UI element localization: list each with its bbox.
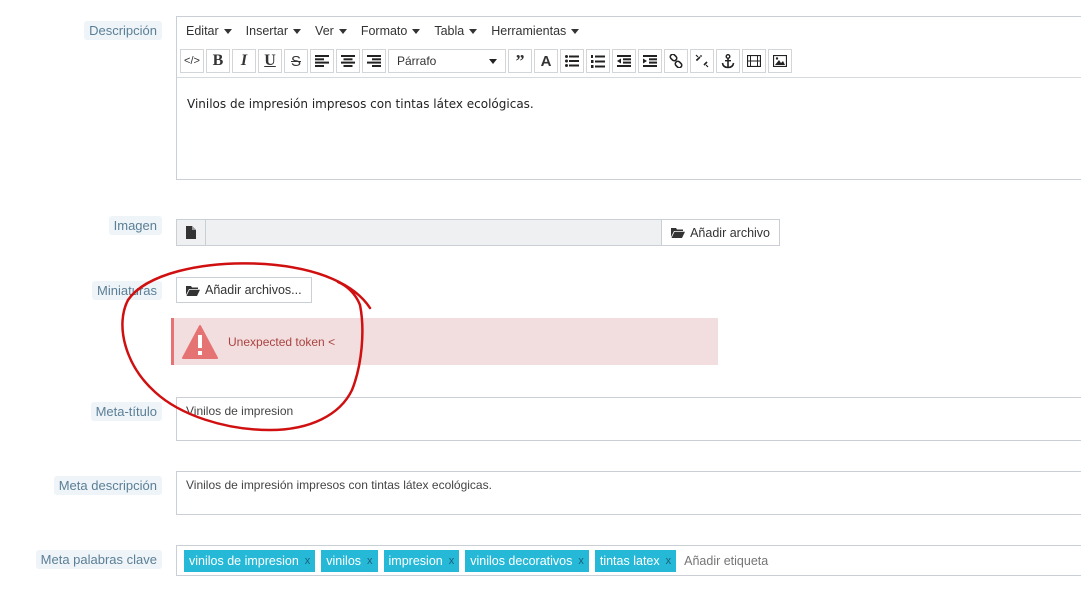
tag: tintas latex x — [594, 549, 677, 572]
image-file-input[interactable]: Añadir archivo — [176, 219, 780, 246]
menu-editar[interactable]: Editar — [186, 24, 232, 38]
numbered-list-icon[interactable] — [586, 49, 610, 73]
underline-icon[interactable]: U — [258, 49, 282, 73]
caret-down-icon — [223, 28, 232, 34]
editor-menubar: Editar Insertar Ver Formato Tabla Herram… — [177, 17, 1081, 45]
caret-down-icon — [489, 58, 497, 64]
label-meta-titulo: Meta-título — [90, 402, 162, 421]
unlink-icon[interactable] — [690, 49, 714, 73]
strikethrough-icon[interactable]: S — [284, 49, 308, 73]
tag: vinilos de impresion x — [184, 549, 316, 572]
remove-tag-icon[interactable]: x — [449, 555, 455, 567]
add-files-button[interactable]: Añadir archivos... — [176, 277, 312, 303]
align-center-icon[interactable] — [336, 49, 360, 73]
link-icon[interactable] — [664, 49, 688, 73]
bold-icon[interactable]: B — [206, 49, 230, 73]
outdent-icon[interactable] — [612, 49, 636, 73]
caret-down-icon — [338, 28, 347, 34]
image-icon[interactable] — [768, 49, 792, 73]
caret-down-icon — [469, 28, 478, 34]
bullet-list-icon[interactable] — [560, 49, 584, 73]
menu-herramientas[interactable]: Herramientas — [491, 24, 580, 38]
label-meta-palabras-clave: Meta palabras clave — [35, 550, 162, 569]
folder-open-icon — [186, 285, 200, 296]
tag: vinilos decorativos x — [465, 549, 589, 572]
blockquote-icon[interactable]: ” — [508, 49, 532, 73]
meta-title-input[interactable]: Vinilos de impresion — [176, 397, 1081, 441]
remove-tag-icon[interactable]: x — [666, 555, 672, 567]
file-name-field[interactable] — [206, 219, 663, 246]
file-icon — [176, 219, 206, 246]
menu-formato[interactable]: Formato — [361, 24, 421, 38]
remove-tag-icon[interactable]: x — [367, 555, 373, 567]
remove-tag-icon[interactable]: x — [578, 555, 584, 567]
indent-icon[interactable] — [638, 49, 662, 73]
italic-icon[interactable]: I — [232, 49, 256, 73]
alert-message: Unexpected token < — [228, 334, 336, 349]
editor-content[interactable]: Vinilos de impresión impresos con tintas… — [177, 78, 1081, 130]
label-descripcion: Descripción — [84, 21, 162, 40]
editor-toolbar: </> B I U S Párrafo ” A — [177, 45, 1081, 78]
rich-text-editor[interactable]: Editar Insertar Ver Formato Tabla Herram… — [176, 16, 1081, 180]
caret-down-icon — [293, 28, 302, 34]
format-select[interactable]: Párrafo — [388, 49, 506, 73]
caret-down-icon — [571, 28, 580, 34]
media-icon[interactable] — [742, 49, 766, 73]
label-imagen: Imagen — [108, 216, 162, 235]
tags-input[interactable]: vinilos de impresion x vinilos x impresion… — [176, 545, 1081, 576]
menu-tabla[interactable]: Tabla — [434, 24, 478, 38]
align-left-icon[interactable] — [310, 49, 334, 73]
menu-ver[interactable]: Ver — [315, 24, 347, 38]
error-alert: Unexpected token < — [171, 318, 718, 365]
warning-icon — [182, 324, 218, 359]
align-right-icon[interactable] — [362, 49, 386, 73]
source-code-icon[interactable]: </> — [180, 49, 204, 73]
add-file-button[interactable]: Añadir archivo — [662, 219, 780, 246]
anchor-icon[interactable] — [716, 49, 740, 73]
tag: impresion x — [383, 549, 460, 572]
add-tag-input[interactable] — [682, 552, 887, 569]
text-color-icon[interactable]: A — [534, 49, 558, 73]
label-miniaturas: Miniaturas — [92, 281, 162, 300]
tag: vinilos x — [321, 549, 378, 572]
remove-tag-icon[interactable]: x — [305, 555, 311, 567]
folder-open-icon — [671, 228, 686, 238]
menu-insertar[interactable]: Insertar — [246, 24, 302, 38]
label-meta-descripcion: Meta descripción — [53, 476, 162, 495]
caret-down-icon — [412, 28, 421, 34]
meta-description-input[interactable]: Vinilos de impresión impresos con tintas… — [176, 471, 1081, 515]
